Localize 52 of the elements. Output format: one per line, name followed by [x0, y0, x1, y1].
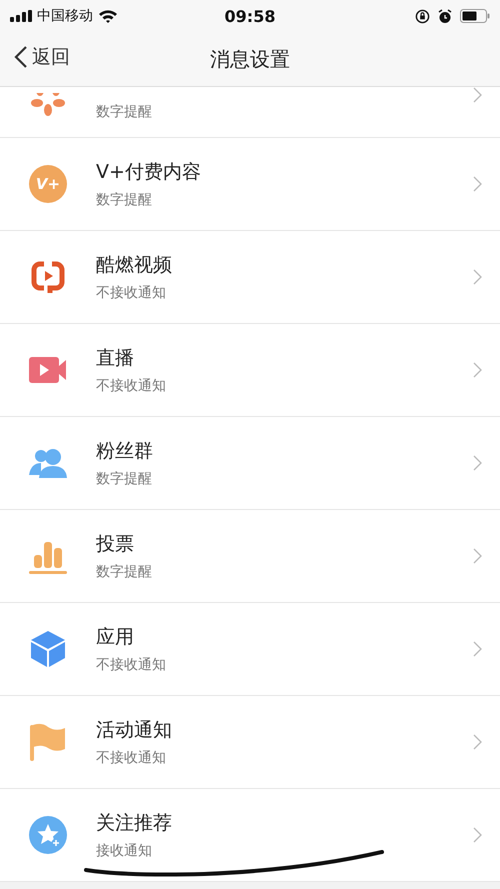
row-title: 应用	[96, 625, 135, 650]
settings-row[interactable]: 直播 不接收通知	[0, 324, 500, 417]
video-camera-icon	[29, 355, 67, 385]
row-status: 不接收通知	[96, 656, 167, 674]
settings-row[interactable]: 数字提醒	[0, 87, 500, 138]
chevron-right-icon	[473, 548, 482, 564]
chevron-right-icon	[473, 87, 482, 103]
flag-icon	[30, 723, 66, 761]
back-button[interactable]: 返回	[14, 44, 70, 70]
settings-row[interactable]: 应用 不接收通知	[0, 603, 500, 696]
chevron-right-icon	[473, 176, 482, 192]
signal-icon	[10, 10, 32, 22]
star-badge-icon	[29, 816, 67, 854]
row-title: 投票	[96, 532, 135, 557]
people-icon	[29, 447, 67, 479]
row-status: 数字提醒	[96, 563, 153, 581]
chevron-right-icon	[473, 455, 482, 471]
chevron-right-icon	[473, 734, 482, 750]
settings-row[interactable]: 粉丝群 数字提醒	[0, 417, 500, 510]
battery-icon	[460, 9, 490, 23]
settings-row[interactable]: V+ V+付费内容 数字提醒	[0, 138, 500, 231]
carrier-name: 中国移动	[37, 7, 93, 25]
chevron-right-icon	[473, 362, 482, 378]
page-title: 消息设置	[210, 46, 290, 72]
chevron-right-icon	[473, 269, 482, 285]
settings-row[interactable]: 关注推荐 接收通知	[0, 789, 500, 882]
row-title: 粉丝群	[96, 439, 154, 464]
row-title: 直播	[96, 346, 135, 371]
alarm-icon	[438, 8, 452, 24]
rotation-lock-icon	[415, 8, 430, 24]
settings-row[interactable]: 活动通知 不接收通知	[0, 696, 500, 789]
cube-icon	[30, 630, 66, 668]
row-status: 数字提醒	[96, 103, 153, 121]
row-status: 数字提醒	[96, 470, 153, 488]
row-status: 不接收通知	[96, 749, 167, 767]
settings-row[interactable]: 投票 数字提醒	[0, 510, 500, 603]
row-status: 数字提醒	[96, 191, 153, 209]
chevron-right-icon	[473, 641, 482, 657]
loop-play-icon	[30, 259, 66, 295]
row-status: 接收通知	[96, 842, 153, 860]
row-title: 关注推荐	[96, 811, 173, 836]
wifi-icon	[98, 9, 118, 23]
row-status: 不接收通知	[96, 377, 167, 395]
row-status: 不接收通知	[96, 284, 167, 302]
settings-row[interactable]: 酷燃视频 不接收通知	[0, 231, 500, 324]
clock-time: 09:58	[224, 6, 276, 26]
row-title: V+付费内容	[96, 160, 202, 185]
chevron-left-icon	[14, 45, 28, 69]
v-plus-icon: V+	[29, 165, 67, 203]
row-title: 活动通知	[96, 718, 173, 743]
row-title: 酷燃视频	[96, 253, 173, 278]
chevron-right-icon	[473, 827, 482, 843]
